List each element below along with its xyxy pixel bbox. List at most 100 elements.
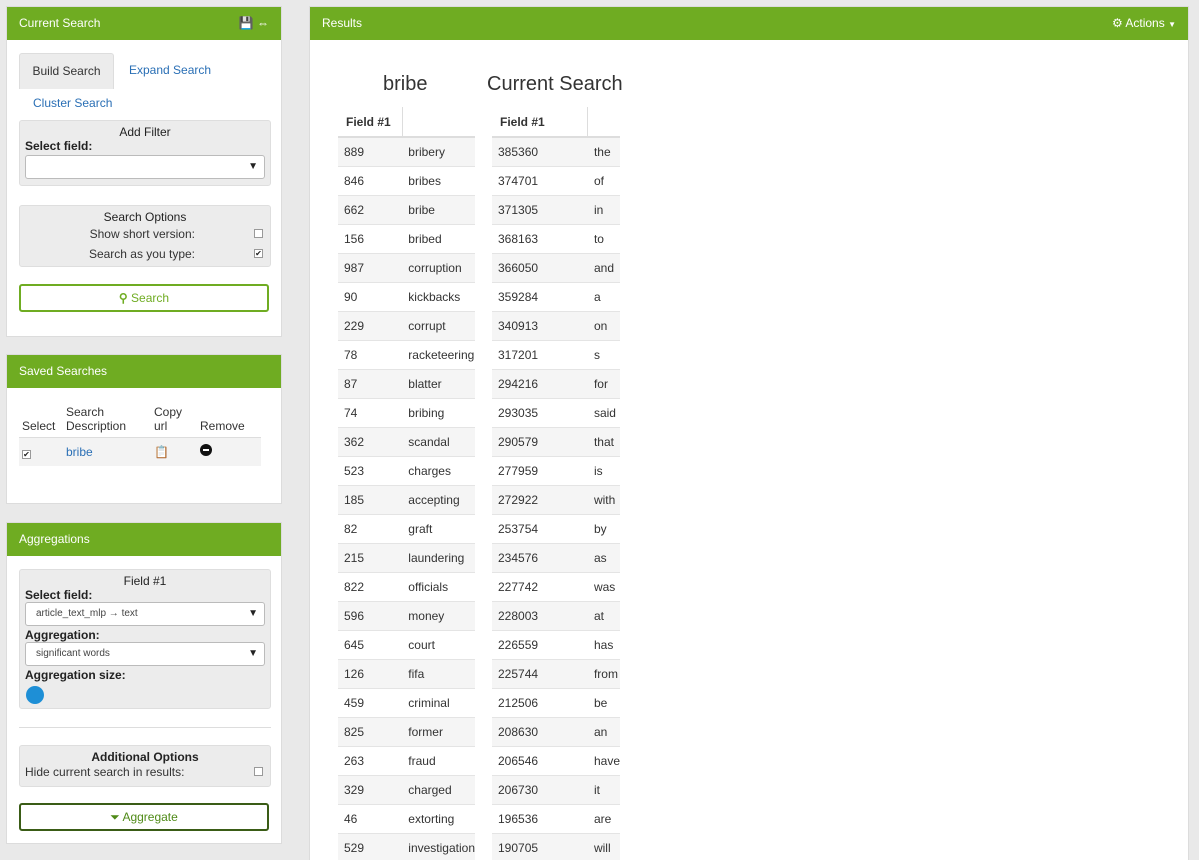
additional-options-title: Additional Options <box>91 750 199 764</box>
term-word[interactable]: graft <box>402 513 475 543</box>
term-word[interactable]: to <box>587 223 620 253</box>
term-word[interactable]: blatter <box>402 368 475 398</box>
table-row: 156 bribed <box>338 223 475 253</box>
hide-current-checkbox[interactable] <box>254 767 263 776</box>
term-word[interactable]: court <box>402 629 475 659</box>
term-word[interactable]: fifa <box>402 658 475 688</box>
term-word[interactable]: was <box>587 571 620 601</box>
term-word[interactable]: extorting <box>402 803 475 833</box>
search-button[interactable]: ⚲ Search <box>19 284 269 312</box>
term-word[interactable]: racketeering <box>402 339 475 369</box>
save-and-link-icons[interactable]: 💾 ⇔ <box>239 7 269 40</box>
table-row: 293035 said <box>492 397 620 427</box>
term-word[interactable]: will <box>587 832 620 860</box>
table-row: 227742 was <box>492 571 620 601</box>
term-word[interactable]: former <box>402 716 475 746</box>
term-word[interactable]: be <box>587 687 620 717</box>
aggregation-size-label: Aggregation size: <box>25 668 126 682</box>
bribe-field-header: Field #1 <box>338 107 403 138</box>
tab-build-search[interactable]: Build Search <box>19 53 114 89</box>
aggregation-value: significant words <box>36 648 110 659</box>
term-word[interactable]: charged <box>402 774 475 804</box>
table-row: 206546 have <box>492 745 620 775</box>
tab-build-search-label: Build Search <box>32 64 101 78</box>
term-word[interactable]: officials <box>402 571 475 601</box>
term-count: 368163 <box>492 223 588 253</box>
agg-field-select[interactable]: article_text_mlp → text ▼ <box>25 602 265 626</box>
term-word[interactable]: kickbacks <box>402 281 475 311</box>
term-word[interactable]: on <box>587 310 620 340</box>
term-word[interactable]: as <box>587 542 620 572</box>
aggregation-size-slider-track[interactable] <box>32 693 198 698</box>
term-word[interactable]: have <box>587 745 620 775</box>
term-word[interactable]: accepting <box>402 484 475 514</box>
term-word[interactable]: a <box>587 281 620 311</box>
results-header: Results ⚙ Actions ▼ <box>310 7 1188 40</box>
saved-searches-title: Saved Searches <box>19 364 108 378</box>
term-word[interactable]: said <box>587 397 620 427</box>
term-word[interactable]: that <box>587 426 620 456</box>
table-row: 185 accepting <box>338 484 475 514</box>
term-word[interactable]: for <box>587 368 620 398</box>
tab-cluster-search[interactable]: Cluster Search <box>33 96 112 110</box>
term-count: 227742 <box>492 571 588 601</box>
term-word[interactable]: bribe <box>402 194 475 224</box>
table-row: 206730 it <box>492 774 620 804</box>
search-as-type-checkbox[interactable]: ✔ <box>254 249 263 258</box>
current-search-panel: Current Search 💾 ⇔ Build Search Expand S… <box>6 6 282 337</box>
term-word[interactable]: from <box>587 658 620 688</box>
actions-menu[interactable]: ⚙ Actions ▼ <box>1112 7 1176 41</box>
term-count: 385360 <box>492 136 588 166</box>
term-word[interactable]: bribing <box>402 397 475 427</box>
term-word[interactable]: by <box>587 513 620 543</box>
term-word[interactable]: an <box>587 716 620 746</box>
copy-url-icon[interactable]: 📋 <box>154 445 169 459</box>
term-word[interactable]: charges <box>402 455 475 485</box>
term-word[interactable]: and <box>587 252 620 282</box>
term-word[interactable]: fraud <box>402 745 475 775</box>
term-count: 196536 <box>492 803 588 833</box>
aggregation-label: Aggregation: <box>25 628 100 642</box>
short-version-checkbox[interactable] <box>254 229 263 238</box>
add-filter-title: Add Filter <box>119 125 171 139</box>
term-word[interactable]: in <box>587 194 620 224</box>
term-word[interactable]: bribed <box>402 223 475 253</box>
remove-icon[interactable] <box>200 444 212 457</box>
term-word[interactable]: investigation <box>402 832 475 860</box>
term-word[interactable]: money <box>402 600 475 630</box>
term-word[interactable]: it <box>587 774 620 804</box>
table-row: 822 officials <box>338 571 475 601</box>
aggregation-select[interactable]: significant words ▼ <box>25 642 265 666</box>
col-remove: Remove <box>197 401 261 438</box>
actions-label: Actions <box>1125 16 1165 30</box>
saved-search-link[interactable]: bribe <box>66 445 93 459</box>
tab-expand-search[interactable]: Expand Search <box>129 63 211 77</box>
saved-search-checkbox[interactable]: ✔ <box>22 449 31 459</box>
aggregate-button[interactable]: ⏷ Aggregate <box>19 803 269 831</box>
term-word[interactable]: laundering <box>402 542 475 572</box>
term-word[interactable]: the <box>587 136 620 166</box>
term-word[interactable]: are <box>587 803 620 833</box>
table-row: 74 bribing <box>338 397 475 427</box>
term-word[interactable]: with <box>587 484 620 514</box>
table-row: 226559 has <box>492 629 620 659</box>
col-select: Select <box>19 401 63 438</box>
term-word[interactable]: scandal <box>402 426 475 456</box>
term-count: 459 <box>338 687 403 717</box>
term-word[interactable]: bribes <box>402 165 475 195</box>
term-count: 225744 <box>492 658 588 688</box>
term-word[interactable]: corrupt <box>402 310 475 340</box>
term-word[interactable]: at <box>587 600 620 630</box>
term-word[interactable]: has <box>587 629 620 659</box>
term-count: 82 <box>338 513 403 543</box>
aggregation-size-slider-handle[interactable] <box>26 686 44 704</box>
term-count: 229 <box>338 310 403 340</box>
term-word[interactable]: bribery <box>402 136 475 166</box>
term-word[interactable]: of <box>587 165 620 195</box>
term-word[interactable]: is <box>587 455 620 485</box>
term-count: 317201 <box>492 339 588 369</box>
term-word[interactable]: criminal <box>402 687 475 717</box>
filter-field-select[interactable]: ▼ <box>25 155 265 179</box>
term-word[interactable]: s <box>587 339 620 369</box>
term-word[interactable]: corruption <box>402 252 475 282</box>
